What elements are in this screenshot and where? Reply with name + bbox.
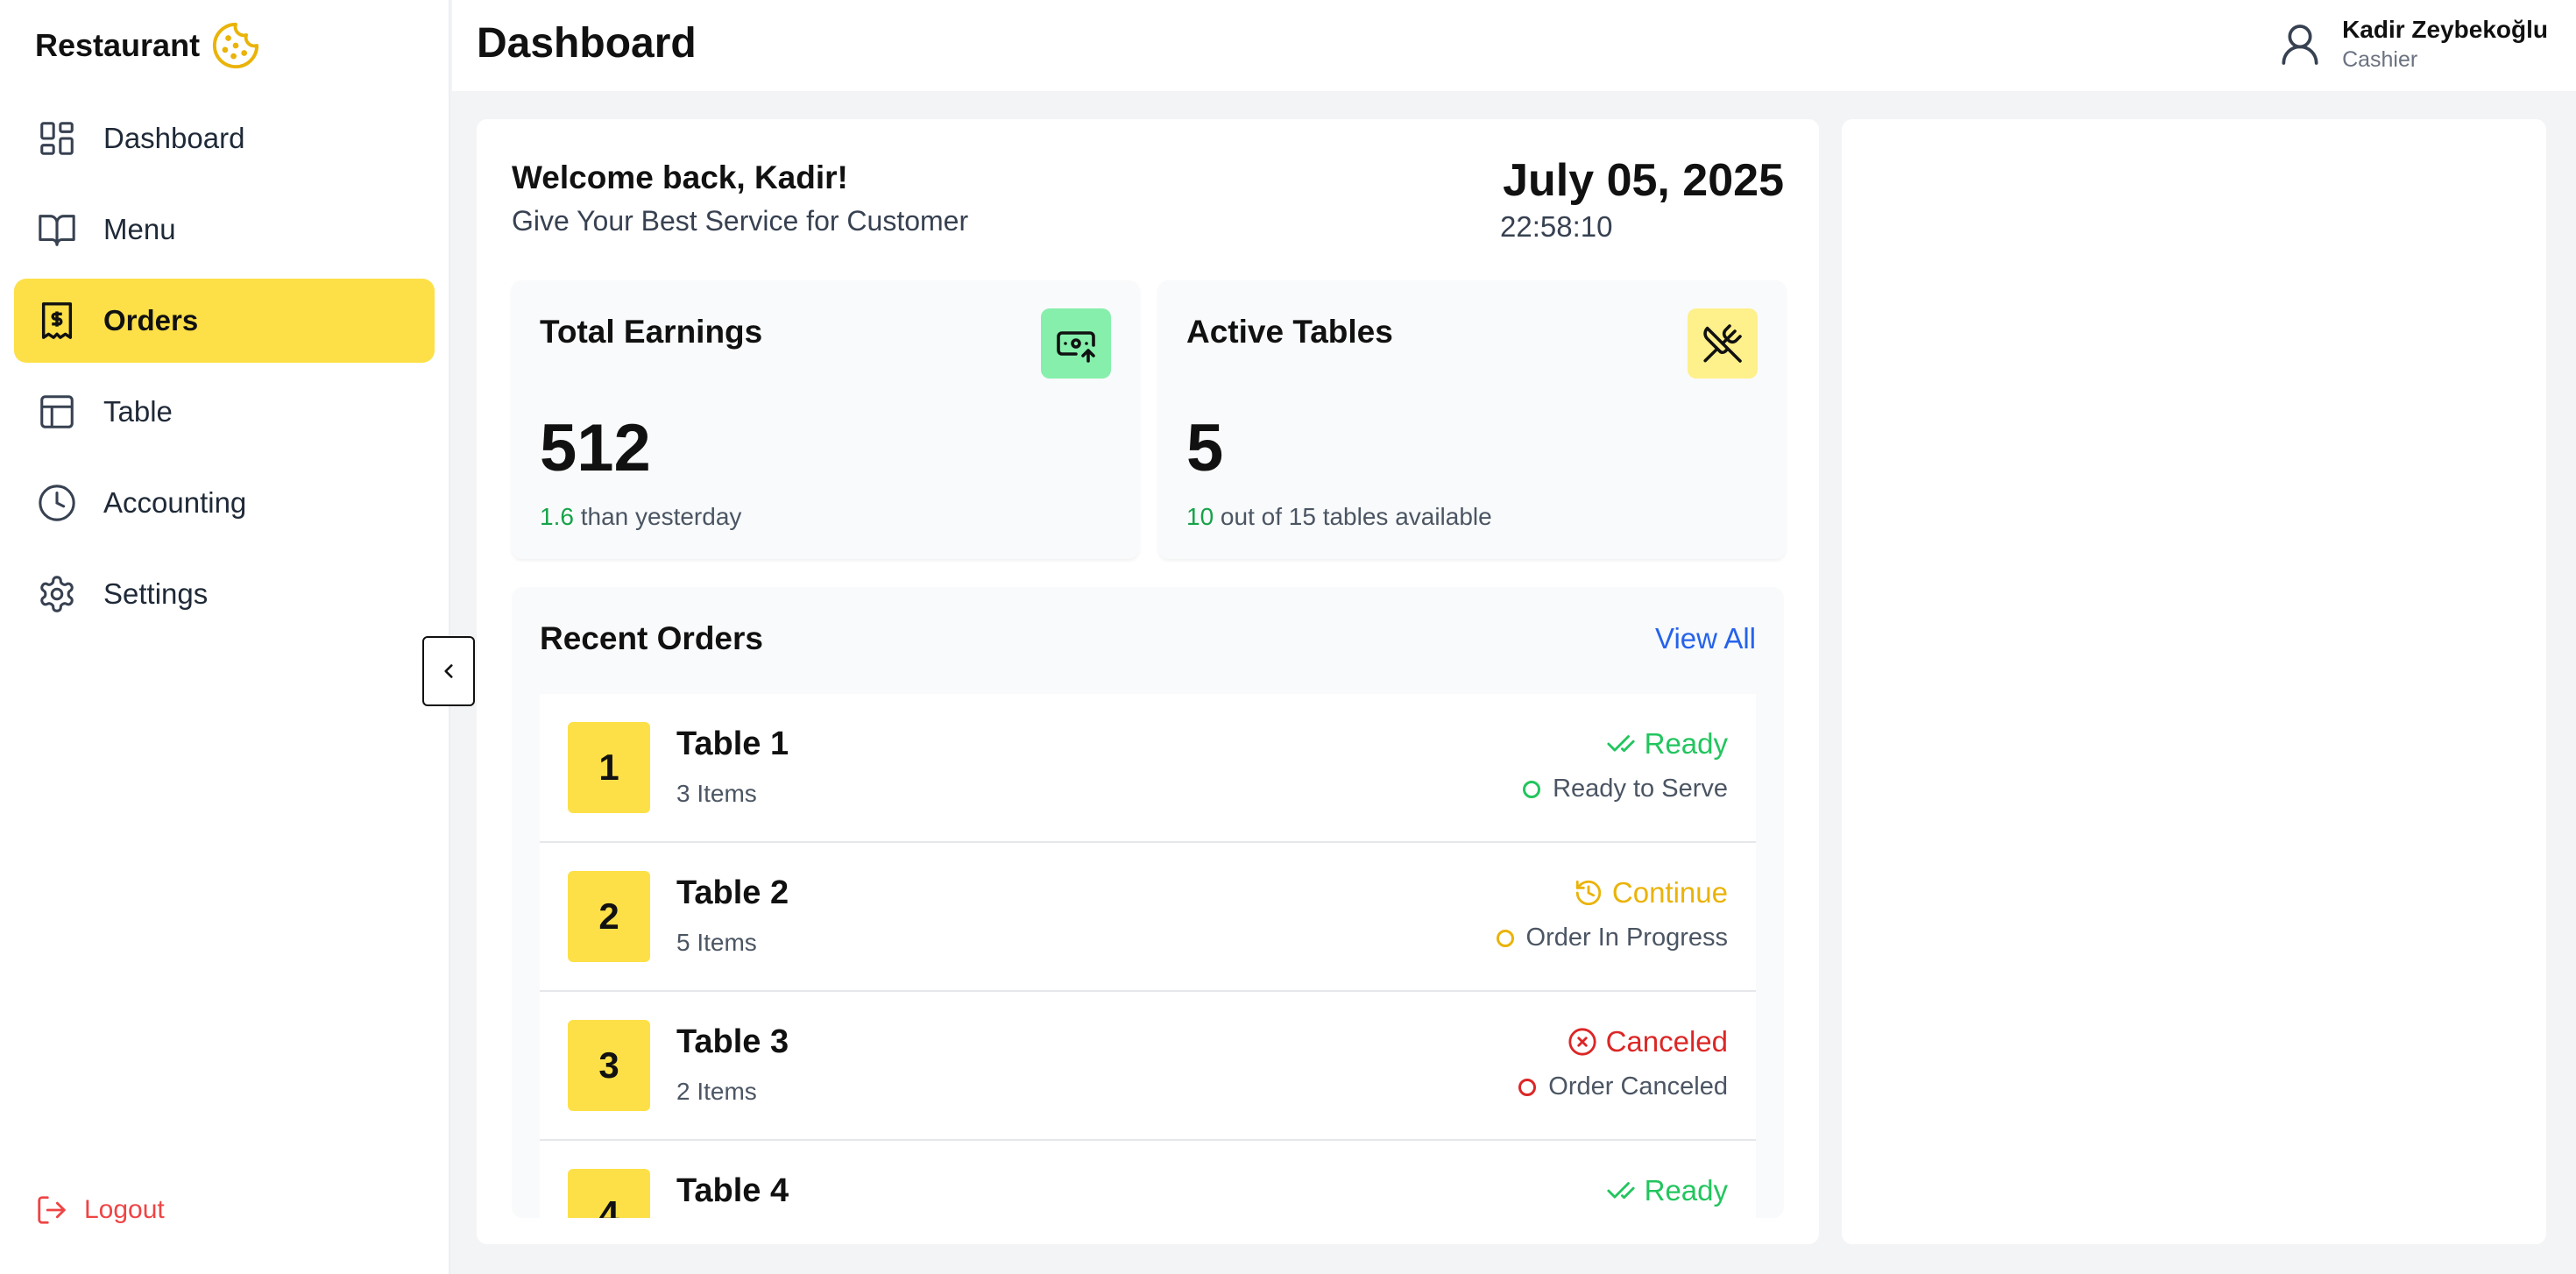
- right-panel: [1842, 119, 2546, 1244]
- order-row[interactable]: 3 Table 3 2 Items Canceled Order Cancele…: [540, 992, 1756, 1141]
- user-profile[interactable]: Kadir Zeybekoğlu Cashier: [2275, 16, 2548, 73]
- earnings-delta: 1.6: [540, 503, 574, 530]
- table-layout-icon: [40, 395, 74, 428]
- order-table-name: Table 2: [676, 874, 789, 911]
- page-title: Dashboard: [477, 20, 697, 67]
- order-table-name: Table 1: [676, 725, 789, 762]
- user-name: Kadir Zeybekoğlu: [2342, 16, 2548, 43]
- stat-icon-box: [1041, 308, 1111, 379]
- status-badge: Ready: [1606, 727, 1728, 761]
- logout-label: Logout: [84, 1195, 165, 1224]
- order-row[interactable]: 1 Table 1 3 Items Ready Ready to Serve: [540, 694, 1756, 843]
- brand-name: Restaurant: [35, 27, 201, 63]
- dashboard-main-card: Welcome back, Kadir! Give Your Best Serv…: [477, 119, 1819, 1244]
- sidebar-item-label: Table: [103, 395, 173, 428]
- topbar: Dashboard Kadir Zeybekoğlu Cashier: [452, 0, 2576, 91]
- status-dot: [1523, 780, 1541, 798]
- sidebar-item-label: Dashboard: [103, 122, 245, 154]
- table-number: 1: [568, 722, 650, 813]
- active-tables-value: 5: [1186, 411, 1224, 485]
- sidebar-item-orders[interactable]: Orders: [14, 279, 435, 363]
- view-all-link[interactable]: View All: [1655, 622, 1756, 655]
- receipt-icon: [41, 302, 73, 339]
- order-row[interactable]: 2 Table 2 5 Items Continue Order In Prog…: [540, 843, 1756, 992]
- order-table-name: Table 4: [676, 1172, 789, 1209]
- table-number: 4: [568, 1169, 650, 1218]
- gear-icon: [40, 576, 74, 612]
- x-circle-icon: [1568, 1028, 1596, 1056]
- sidebar-item-menu[interactable]: Menu: [14, 188, 435, 272]
- double-check-icon: [1607, 1182, 1635, 1200]
- stat-title: Active Tables: [1186, 314, 1393, 350]
- sub-status: Ready to Serve: [1523, 775, 1728, 803]
- total-earnings-card: Total Earnings 512 1.6 than yesterday: [512, 280, 1139, 559]
- sidebar-item-label: Menu: [103, 213, 176, 245]
- brand[interactable]: Restaurant: [35, 19, 261, 72]
- collapse-sidebar-button[interactable]: [422, 636, 475, 706]
- status-badge: Continue: [1574, 876, 1728, 909]
- earnings-note: than yesterday: [573, 503, 742, 530]
- tables-note: out of 15 tables available: [1214, 503, 1492, 530]
- sidebar-item-accounting[interactable]: Accounting: [14, 461, 435, 545]
- sidebar-item-label: Accounting: [103, 486, 247, 519]
- status-label: Canceled: [1605, 1025, 1728, 1058]
- order-table-name: Table 3: [676, 1023, 789, 1060]
- welcome-subtitle: Give Your Best Service for Customer: [512, 205, 969, 237]
- chevron-left-icon: [444, 664, 453, 678]
- user-role: Cashier: [2342, 47, 2418, 72]
- utensils-crossed-icon: [1703, 324, 1742, 363]
- recent-orders: Recent Orders View All 1 Table 1 3 Items…: [512, 587, 1784, 1218]
- status-dot: [1496, 929, 1514, 947]
- status-badge: Ready: [1606, 1174, 1728, 1207]
- status-label: Continue: [1611, 876, 1728, 909]
- status-badge: Canceled: [1568, 1025, 1728, 1058]
- order-item-count: 5 Items: [676, 929, 757, 956]
- logout-button[interactable]: Logout: [35, 1193, 165, 1227]
- sidebar-item-table[interactable]: Table: [14, 370, 435, 454]
- order-item-count: 2 Items: [676, 1078, 757, 1105]
- dashboard-icon: [40, 122, 74, 155]
- current-time: 22:58:10: [1500, 210, 1613, 243]
- history-icon: [1575, 880, 1602, 906]
- cookie-icon: [213, 22, 259, 69]
- status-label: Ready: [1644, 1174, 1728, 1207]
- table-number: 2: [568, 871, 650, 962]
- clock-icon: [39, 485, 75, 521]
- sidebar-item-label: Settings: [103, 577, 209, 610]
- active-tables-card: Active Tables 5 10 out of 15 tables avai…: [1158, 280, 1786, 559]
- current-date: July 05, 2025: [1503, 155, 1784, 206]
- order-item-count: 3 Items: [676, 780, 757, 807]
- sub-status-label: Order Canceled: [1548, 1072, 1728, 1101]
- money-up-icon: [1057, 331, 1095, 363]
- book-icon: [39, 215, 75, 246]
- stat-note: 1.6 than yesterday: [540, 503, 741, 531]
- double-check-icon: [1607, 735, 1635, 753]
- total-earnings-value: 512: [540, 411, 651, 485]
- status-label: Ready: [1644, 727, 1728, 760]
- sidebar-item-settings[interactable]: Settings: [14, 552, 435, 636]
- user-icon: [2282, 24, 2318, 65]
- sub-status: Order In Progress: [1496, 924, 1728, 952]
- sub-status-label: Order In Progress: [1525, 924, 1728, 952]
- order-row[interactable]: 4 Table 4 Ready: [540, 1141, 1756, 1218]
- sub-status: Order Canceled: [1518, 1072, 1728, 1101]
- welcome-title: Welcome back, Kadir!: [512, 159, 848, 195]
- sidebar-item-label: Orders: [103, 304, 199, 336]
- table-number: 3: [568, 1020, 650, 1111]
- sidebar-item-dashboard[interactable]: Dashboard: [14, 96, 435, 180]
- stat-title: Total Earnings: [540, 314, 763, 350]
- stat-icon-box: [1688, 308, 1758, 379]
- tables-available: 10: [1186, 503, 1214, 530]
- sidebar-nav: Dashboard Menu Orders Table Accounting S…: [14, 96, 435, 643]
- recent-orders-title: Recent Orders: [540, 620, 763, 656]
- sub-status-label: Ready to Serve: [1553, 775, 1728, 803]
- sidebar: Restaurant Dashboard Menu Orders Table A…: [0, 0, 450, 1274]
- stat-note: 10 out of 15 tables available: [1186, 503, 1492, 531]
- logout-icon: [38, 1196, 66, 1224]
- order-list: 1 Table 1 3 Items Ready Ready to Serve 2…: [540, 694, 1756, 1218]
- status-dot: [1518, 1078, 1537, 1096]
